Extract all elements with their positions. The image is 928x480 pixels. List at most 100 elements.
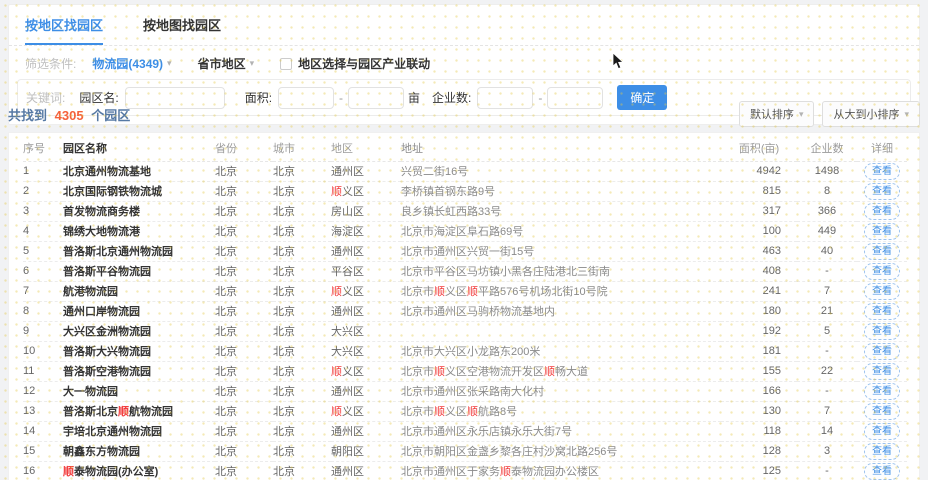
- cell-detail: 查看: [857, 181, 907, 201]
- cell-park-name: 锦绣大地物流港: [63, 221, 215, 241]
- cell-province: 北京: [215, 161, 273, 181]
- table-body: 1北京通州物流基地北京北京通州区兴贸二街16号49421498查看2北京国际钢铁…: [23, 161, 907, 480]
- view-button[interactable]: 查看: [864, 223, 900, 240]
- cell-park-name: 普洛斯平谷物流园: [63, 261, 215, 281]
- view-button[interactable]: 查看: [864, 243, 900, 260]
- view-button[interactable]: 查看: [864, 303, 900, 320]
- cell-index: 3: [23, 201, 63, 221]
- table-row: 16顺泰物流园(办公室)北京北京通州区北京市通州区于家务顺泰物流园办公楼区125…: [23, 461, 907, 480]
- view-button[interactable]: 查看: [864, 363, 900, 380]
- cell-city: 北京: [273, 161, 331, 181]
- table-row: 15朝鑫东方物流园北京北京朝阳区北京市朝阳区金盏乡黎各庄村沙窝北路256号128…: [23, 441, 907, 461]
- col-header-area: 面积(亩): [721, 135, 797, 161]
- region-link-checkbox-label: 地区选择与园区产业联动: [298, 55, 430, 72]
- cell-city: 北京: [273, 201, 331, 221]
- view-button[interactable]: 查看: [864, 463, 900, 480]
- cell-company-count: 8: [797, 181, 857, 201]
- cell-park-name: 朝鑫东方物流园: [63, 441, 215, 461]
- view-button[interactable]: 查看: [864, 263, 900, 280]
- cell-city: 北京: [273, 301, 331, 321]
- view-button[interactable]: 查看: [864, 183, 900, 200]
- view-button[interactable]: 查看: [864, 343, 900, 360]
- cell-city: 北京: [273, 421, 331, 441]
- category-dropdown-value: 物流园(4349): [92, 55, 163, 72]
- table-row: 12大一物流园北京北京通州区北京市通州区张采路南大化村166-查看: [23, 381, 907, 401]
- sort-default-label: 默认排序: [750, 106, 794, 122]
- table-header-row: 序号 园区名称 省份 城市 地区 地址 面积(亩) 企业数 详细: [23, 135, 907, 161]
- cell-city: 北京: [273, 241, 331, 261]
- cell-district: 通州区: [331, 161, 401, 181]
- cell-city: 北京: [273, 281, 331, 301]
- cell-city: 北京: [273, 341, 331, 361]
- view-button[interactable]: 查看: [864, 283, 900, 300]
- sort-desc-button[interactable]: 从大到小排序 ▾: [822, 101, 920, 127]
- cell-city: 北京: [273, 361, 331, 381]
- tab-find-by-region[interactable]: 按地区找园区: [25, 15, 103, 45]
- cell-area: 317: [721, 201, 797, 221]
- cell-park-name: 大兴区金洲物流园: [63, 321, 215, 341]
- table-row: 4锦绣大地物流港北京北京海淀区北京市海淀区阜石路69号100449查看: [23, 221, 907, 241]
- cell-detail: 查看: [857, 301, 907, 321]
- cell-province: 北京: [215, 461, 273, 480]
- region-dropdown-value: 省市地区: [198, 55, 246, 72]
- view-button[interactable]: 查看: [864, 163, 900, 180]
- cell-address: 北京市顺义区空港物流开发区顺畅大道: [401, 361, 721, 381]
- cell-city: 北京: [273, 401, 331, 421]
- cell-district: 通州区: [331, 381, 401, 401]
- cell-detail: 查看: [857, 261, 907, 281]
- view-button[interactable]: 查看: [864, 443, 900, 460]
- cell-park-name: 普洛斯北京顺航物流园: [63, 401, 215, 421]
- category-dropdown[interactable]: 物流园(4349) ▾: [92, 55, 171, 72]
- cell-province: 北京: [215, 181, 273, 201]
- cell-province: 北京: [215, 341, 273, 361]
- chevron-down-icon: ▾: [799, 109, 804, 120]
- cell-index: 7: [23, 281, 63, 301]
- chevron-down-icon: ▾: [904, 109, 909, 120]
- region-link-checkbox[interactable]: [280, 58, 292, 70]
- cell-detail: 查看: [857, 341, 907, 361]
- cell-area: 463: [721, 241, 797, 261]
- sort-desc-label: 从大到小排序: [833, 106, 899, 122]
- cell-company-count: 3: [797, 441, 857, 461]
- view-button[interactable]: 查看: [864, 203, 900, 220]
- cell-area: 408: [721, 261, 797, 281]
- cell-address: [401, 321, 721, 341]
- park-table-card: 序号 园区名称 省份 城市 地区 地址 面积(亩) 企业数 详细 1北京通州物流…: [8, 132, 920, 480]
- cell-index: 12: [23, 381, 63, 401]
- table-row: 9大兴区金洲物流园北京北京大兴区1925查看: [23, 321, 907, 341]
- cell-area: 125: [721, 461, 797, 480]
- cell-park-name: 普洛斯大兴物流园: [63, 341, 215, 361]
- col-header-company-count: 企业数: [797, 135, 857, 161]
- view-button[interactable]: 查看: [864, 403, 900, 420]
- region-dropdown[interactable]: 省市地区 ▾: [198, 55, 255, 72]
- tab-find-by-map[interactable]: 按地图找园区: [143, 15, 221, 45]
- cell-park-name: 通州口岸物流园: [63, 301, 215, 321]
- view-button[interactable]: 查看: [864, 383, 900, 400]
- cell-company-count: 5: [797, 321, 857, 341]
- col-header-address: 地址: [401, 135, 721, 161]
- cell-company-count: 21: [797, 301, 857, 321]
- cell-index: 16: [23, 461, 63, 480]
- cell-province: 北京: [215, 421, 273, 441]
- col-header-park-name: 园区名称: [63, 135, 215, 161]
- view-button[interactable]: 查看: [864, 323, 900, 340]
- cell-address: 北京市通州区于家务顺泰物流园办公楼区: [401, 461, 721, 480]
- cell-index: 4: [23, 221, 63, 241]
- cell-address: 北京市平谷区马坊镇小黑各庄陆港北三街南: [401, 261, 721, 281]
- sort-default-button[interactable]: 默认排序 ▾: [739, 101, 815, 127]
- cell-area: 155: [721, 361, 797, 381]
- tab-bar: 按地区找园区 按地图找园区: [9, 5, 919, 46]
- cell-province: 北京: [215, 201, 273, 221]
- table-row: 1北京通州物流基地北京北京通州区兴贸二街16号49421498查看: [23, 161, 907, 181]
- cell-area: 130: [721, 401, 797, 421]
- result-count-number: 4305: [55, 108, 84, 123]
- cell-city: 北京: [273, 441, 331, 461]
- cell-park-name: 北京通州物流基地: [63, 161, 215, 181]
- cell-address: 北京市通州区马驹桥物流基地内: [401, 301, 721, 321]
- cell-address: 北京市顺义区顺平路576号机场北街10号院: [401, 281, 721, 301]
- view-button[interactable]: 查看: [864, 423, 900, 440]
- cell-park-name: 普洛斯北京通州物流园: [63, 241, 215, 261]
- cell-area: 815: [721, 181, 797, 201]
- cell-city: 北京: [273, 381, 331, 401]
- cell-district: 顺义区: [331, 181, 401, 201]
